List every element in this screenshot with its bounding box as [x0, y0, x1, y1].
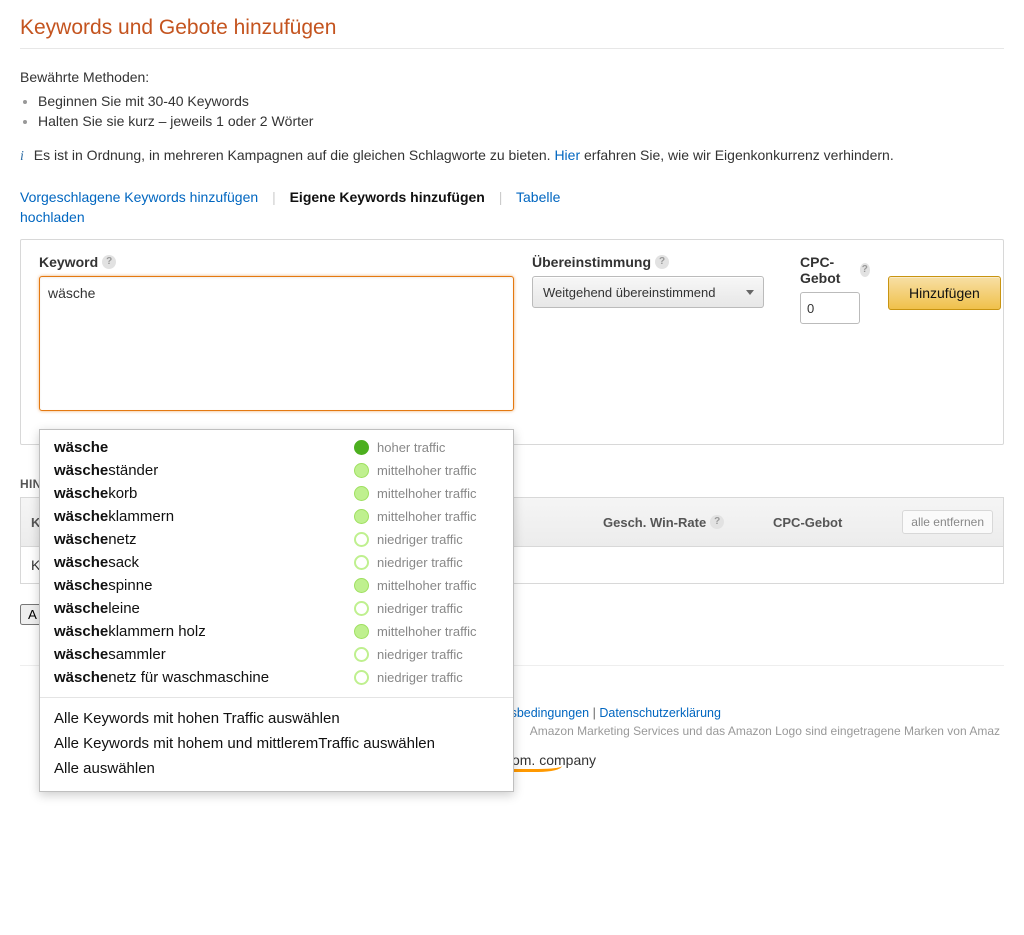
col-cpc: CPC-Gebot — [763, 498, 873, 546]
suggestion-item[interactable]: wäschespinne mittelhoher traffic — [40, 574, 513, 597]
cpc-label: CPC-Gebot ? — [800, 254, 870, 286]
traffic-indicator-icon — [354, 670, 369, 685]
list-item: Beginnen Sie mit 30-40 Keywords — [38, 93, 1004, 109]
help-icon[interactable]: ? — [102, 255, 116, 269]
tab-table[interactable]: Tabelle — [516, 189, 560, 205]
info-text-prefix: Es ist in Ordnung, in mehreren Kampagnen… — [34, 147, 555, 163]
info-text-suffix: erfahren Sie, wie wir Eigenkonkurrenz ve… — [584, 147, 894, 163]
suggestion-item[interactable]: wäscheklammern holz mittelhoher traffic — [40, 620, 513, 643]
suggestion-word: wäschenetz — [54, 531, 354, 548]
info-row: i Es ist in Ordnung, in mehreren Kampagn… — [20, 147, 1004, 165]
traffic-indicator-icon — [354, 486, 369, 501]
best-practices-list: Beginnen Sie mit 30-40 Keywords Halten S… — [38, 93, 1004, 129]
traffic-indicator-icon — [354, 532, 369, 547]
suggestion-item[interactable]: wäschenetz für waschmaschine niedriger tr… — [40, 666, 513, 689]
cpc-input[interactable] — [800, 292, 860, 324]
tab-suggested[interactable]: Vorgeschlagene Keywords hinzufügen — [20, 189, 258, 205]
suggestion-word: wäscheklammern — [54, 508, 354, 525]
traffic-label: niedriger traffic — [377, 555, 463, 570]
traffic-label: mittelhoher traffic — [377, 624, 476, 639]
suggestion-bulk-option[interactable]: Alle Keywords mit hohem und mittleremTra… — [40, 731, 513, 756]
suggestion-word: wäschesammler — [54, 646, 354, 663]
list-item: Halten Sie sie kurz – jeweils 1 oder 2 W… — [38, 113, 1004, 129]
col-win-rate: Gesch. Win-Rate ? — [593, 498, 763, 546]
footer-privacy-link[interactable]: Datenschutzerklärung — [599, 706, 721, 720]
add-keywords-panel: Keyword ? Übereinstimmung ? Weitgehend ü… — [20, 239, 1004, 445]
traffic-indicator-icon — [354, 440, 369, 455]
traffic-label: niedriger traffic — [377, 670, 463, 685]
suggestion-bulk-option[interactable]: Alle auswählen — [40, 756, 513, 781]
traffic-indicator-icon — [354, 647, 369, 662]
tab-separator: | — [499, 189, 503, 205]
traffic-indicator-icon — [354, 624, 369, 639]
tabs: Vorgeschlagene Keywords hinzufügen | Eig… — [20, 189, 1004, 205]
help-icon[interactable]: ? — [710, 515, 724, 529]
suggestion-item[interactable]: wäscheleine niedriger traffic — [40, 597, 513, 620]
traffic-indicator-icon — [354, 601, 369, 616]
traffic-label: mittelhoher traffic — [377, 578, 476, 593]
info-icon: i — [20, 149, 24, 164]
upload-link[interactable]: hochladen — [20, 209, 1004, 225]
traffic-label: hoher traffic — [377, 440, 445, 455]
keyword-label: Keyword ? — [39, 254, 514, 270]
traffic-indicator-icon — [354, 578, 369, 593]
suggestion-word: wäsche — [54, 439, 354, 456]
suggestion-word: wäschespinne — [54, 577, 354, 594]
suggestion-word: wäscheklammern holz — [54, 623, 354, 640]
traffic-indicator-icon — [354, 463, 369, 478]
suggestion-item[interactable]: wäschesammler niedriger traffic — [40, 643, 513, 666]
suggestion-item[interactable]: wäsche hoher traffic — [40, 436, 513, 459]
traffic-label: mittelhoher traffic — [377, 509, 476, 524]
suggestion-word: wäschesack — [54, 554, 354, 571]
suggestion-item[interactable]: wäscheklammern mittelhoher traffic — [40, 505, 513, 528]
divider — [40, 697, 513, 698]
match-type-select[interactable]: Weitgehend übereinstimmend — [532, 276, 764, 308]
traffic-label: mittelhoher traffic — [377, 486, 476, 501]
col-actions: alle entfernen — [873, 498, 1003, 546]
suggestion-item[interactable]: wäschekorb mittelhoher traffic — [40, 482, 513, 505]
page-title: Keywords und Gebote hinzufügen — [20, 16, 1004, 40]
best-practices-heading: Bewährte Methoden: — [20, 69, 1004, 85]
tab-separator: | — [272, 189, 276, 205]
keyword-input[interactable] — [39, 276, 514, 411]
traffic-label: mittelhoher traffic — [377, 463, 476, 478]
tab-own[interactable]: Eigene Keywords hinzufügen — [290, 189, 485, 205]
help-icon[interactable]: ? — [655, 255, 669, 269]
match-label: Übereinstimmung ? — [532, 254, 782, 270]
keyword-suggestion-dropdown: wäsche hoher traffic wäscheständer mittelho… — [39, 429, 514, 792]
suggestion-word: wäschekorb — [54, 485, 354, 502]
suggestion-bulk-option[interactable]: Alle Keywords mit hohen Traffic auswähle… — [40, 706, 513, 731]
suggestion-item[interactable]: wäschenetz niedriger traffic — [40, 528, 513, 551]
traffic-label: niedriger traffic — [377, 532, 463, 547]
suggestion-word: wäschenetz für waschmaschine — [54, 669, 354, 686]
add-button[interactable]: Hinzufügen — [888, 276, 1001, 310]
help-icon[interactable]: ? — [860, 263, 870, 277]
traffic-label: niedriger traffic — [377, 601, 463, 616]
traffic-label: niedriger traffic — [377, 647, 463, 662]
divider — [20, 48, 1004, 49]
remove-all-button[interactable]: alle entfernen — [902, 510, 993, 534]
suggestion-item[interactable]: wäscheständer mittelhoher traffic — [40, 459, 513, 482]
info-link[interactable]: Hier — [554, 147, 580, 163]
suggestion-word: wäscheständer — [54, 462, 354, 479]
suggestion-word: wäscheleine — [54, 600, 354, 617]
traffic-indicator-icon — [354, 509, 369, 524]
suggestion-item[interactable]: wäschesack niedriger traffic — [40, 551, 513, 574]
traffic-indicator-icon — [354, 555, 369, 570]
